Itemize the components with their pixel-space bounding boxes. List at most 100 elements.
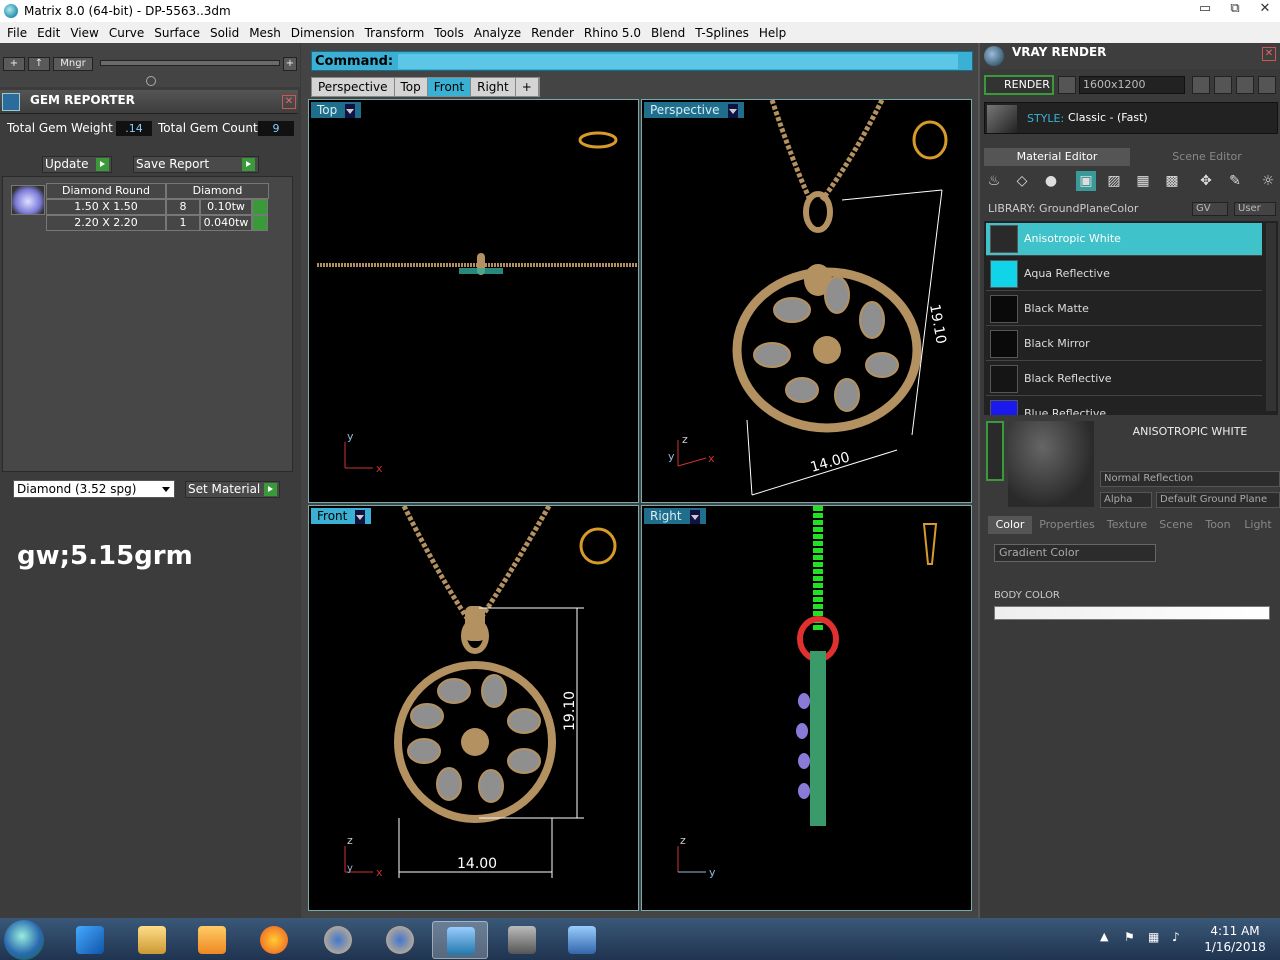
menu-tools[interactable]: Tools [429, 26, 469, 40]
menu-edit[interactable]: Edit [32, 26, 65, 40]
update-button[interactable]: Update [42, 156, 112, 173]
tab-color[interactable]: Color [988, 516, 1032, 534]
svg-text:z: z [680, 834, 686, 847]
volume-icon[interactable]: ♪ [1172, 930, 1180, 944]
gem-icon[interactable]: ◇ [1012, 171, 1032, 191]
collapse-handle[interactable] [146, 76, 156, 86]
flame-icon[interactable]: ♨ [984, 171, 1004, 191]
ground-plane-select[interactable]: Default Ground Plane [1156, 492, 1280, 508]
tab-material-editor[interactable]: Material Editor [984, 148, 1130, 166]
matrix-ring-icon[interactable] [310, 921, 366, 959]
system-clock[interactable]: 4:11 AM 1/16/2018 [1195, 923, 1275, 955]
menu-tsplines[interactable]: T-Splines [690, 26, 754, 40]
rewind-icon[interactable] [1192, 76, 1210, 94]
tab-perspective[interactable]: Perspective [312, 78, 395, 96]
pattern-icon[interactable]: ▦ [1133, 171, 1153, 191]
image-icon[interactable] [1214, 76, 1232, 94]
row-select-icon[interactable] [252, 199, 268, 215]
viewport-perspective[interactable]: Perspective 19.10 14.00 z x y [641, 99, 972, 503]
save-report-button[interactable]: Save Report [133, 156, 259, 173]
set-material-button[interactable]: Set Material [185, 481, 280, 498]
media-player-icon[interactable] [184, 921, 240, 959]
texture-icon[interactable]: ▨ [1104, 171, 1124, 191]
material-item[interactable]: Black Mirror [986, 328, 1262, 361]
tab-texture[interactable]: Texture [1102, 516, 1152, 534]
tab-front[interactable]: Front [427, 78, 472, 96]
menu-solid[interactable]: Solid [205, 26, 244, 40]
menu-surface[interactable]: Surface [149, 26, 205, 40]
material-select[interactable]: Diamond (3.52 spg) [13, 480, 175, 498]
alpha-select[interactable]: Alpha [1100, 492, 1152, 508]
material-item[interactable]: Blue Reflective [986, 398, 1262, 415]
tab-light[interactable]: Light [1240, 516, 1276, 534]
tray-expand-icon[interactable]: ▲ [1100, 930, 1108, 943]
matrix-ring-2-icon[interactable] [372, 921, 428, 959]
menu-file[interactable]: File [2, 26, 32, 40]
gradient-type-select[interactable]: Gradient Color [994, 544, 1156, 562]
render-button[interactable]: RENDER [984, 75, 1054, 95]
tab-properties[interactable]: Properties [1036, 516, 1098, 534]
gv-toggle[interactable]: GV [1192, 202, 1228, 216]
panel-slider[interactable] [100, 60, 280, 66]
restore-icon[interactable]: ⧉ [1220, 0, 1250, 20]
file-explorer-icon[interactable] [124, 921, 180, 959]
command-input[interactable] [398, 54, 958, 69]
sphere-icon[interactable]: ● [1041, 171, 1061, 191]
start-button[interactable] [4, 920, 44, 960]
checker-icon[interactable]: ▩ [1162, 171, 1182, 191]
tab-toon[interactable]: Toon [1200, 516, 1236, 534]
menu-transform[interactable]: Transform [360, 26, 430, 40]
menu-analyze[interactable]: Analyze [469, 26, 526, 40]
menu-curve[interactable]: Curve [104, 26, 149, 40]
up-button[interactable]: ↑ [28, 57, 50, 71]
menu-blend[interactable]: Blend [646, 26, 690, 40]
photo-viewer-icon[interactable] [554, 921, 610, 959]
tab-add[interactable]: + [515, 78, 539, 96]
preview-toggle[interactable] [986, 421, 1004, 481]
matrix-v8-icon[interactable] [432, 921, 488, 959]
resolution-select[interactable]: 1600x1200 [1079, 76, 1185, 94]
tab-scene-editor[interactable]: Scene Editor [1134, 148, 1280, 166]
menu-render[interactable]: Render [526, 26, 579, 40]
gradient-icon[interactable]: ▣ [1076, 171, 1096, 191]
tab-top[interactable]: Top [394, 78, 428, 96]
reflection-select[interactable]: Normal Reflection [1100, 471, 1280, 487]
firefox-icon[interactable] [246, 921, 302, 959]
remote-desktop-icon[interactable] [494, 921, 550, 959]
viewport-top[interactable]: Top y x [308, 99, 639, 503]
tools-icon[interactable]: ✥ [1196, 171, 1216, 191]
user-toggle[interactable]: User [1234, 202, 1276, 216]
network-icon[interactable]: ▦ [1148, 930, 1159, 944]
grid-icon[interactable] [1258, 76, 1276, 94]
brush-icon[interactable]: ✎ [1225, 171, 1245, 191]
tab-right[interactable]: Right [471, 78, 516, 96]
list-icon[interactable] [1236, 76, 1254, 94]
menu-rhino[interactable]: Rhino 5.0 [579, 26, 646, 40]
manager-button[interactable]: Mngr [53, 57, 93, 71]
body-color-gradient[interactable] [994, 606, 1270, 620]
internet-explorer-icon[interactable] [62, 921, 118, 959]
material-item[interactable]: Black Reflective [986, 363, 1262, 396]
close-icon[interactable]: ✕ [1250, 0, 1280, 20]
material-list-scrollbar[interactable] [1266, 223, 1276, 411]
material-item[interactable]: Anisotropic White [986, 223, 1262, 256]
style-select[interactable]: STYLE: Classic - (Fast) [984, 102, 1278, 134]
viewport-front[interactable]: Front 19.10 14.00 z x y [308, 505, 639, 911]
menu-dimension[interactable]: Dimension [286, 26, 360, 40]
row-select-icon[interactable] [252, 215, 268, 231]
add-button[interactable]: + [3, 57, 25, 71]
menu-mesh[interactable]: Mesh [244, 26, 286, 40]
material-item[interactable]: Black Matte [986, 293, 1262, 326]
material-item[interactable]: Aqua Reflective [986, 258, 1262, 291]
close-icon[interactable]: ✕ [282, 95, 296, 109]
camera-icon[interactable] [1058, 76, 1076, 94]
light-bulb-icon[interactable]: ☼ [1258, 171, 1278, 191]
menu-view[interactable]: View [65, 26, 103, 40]
minimize-icon[interactable]: ▭ [1190, 0, 1220, 20]
flag-icon[interactable]: ⚑ [1124, 930, 1135, 944]
viewport-right[interactable]: Right z y [641, 505, 972, 911]
menu-help[interactable]: Help [754, 26, 791, 40]
tab-scene[interactable]: Scene [1156, 516, 1196, 534]
close-icon[interactable]: ✕ [1262, 47, 1276, 61]
plus-button[interactable]: + [283, 57, 297, 71]
